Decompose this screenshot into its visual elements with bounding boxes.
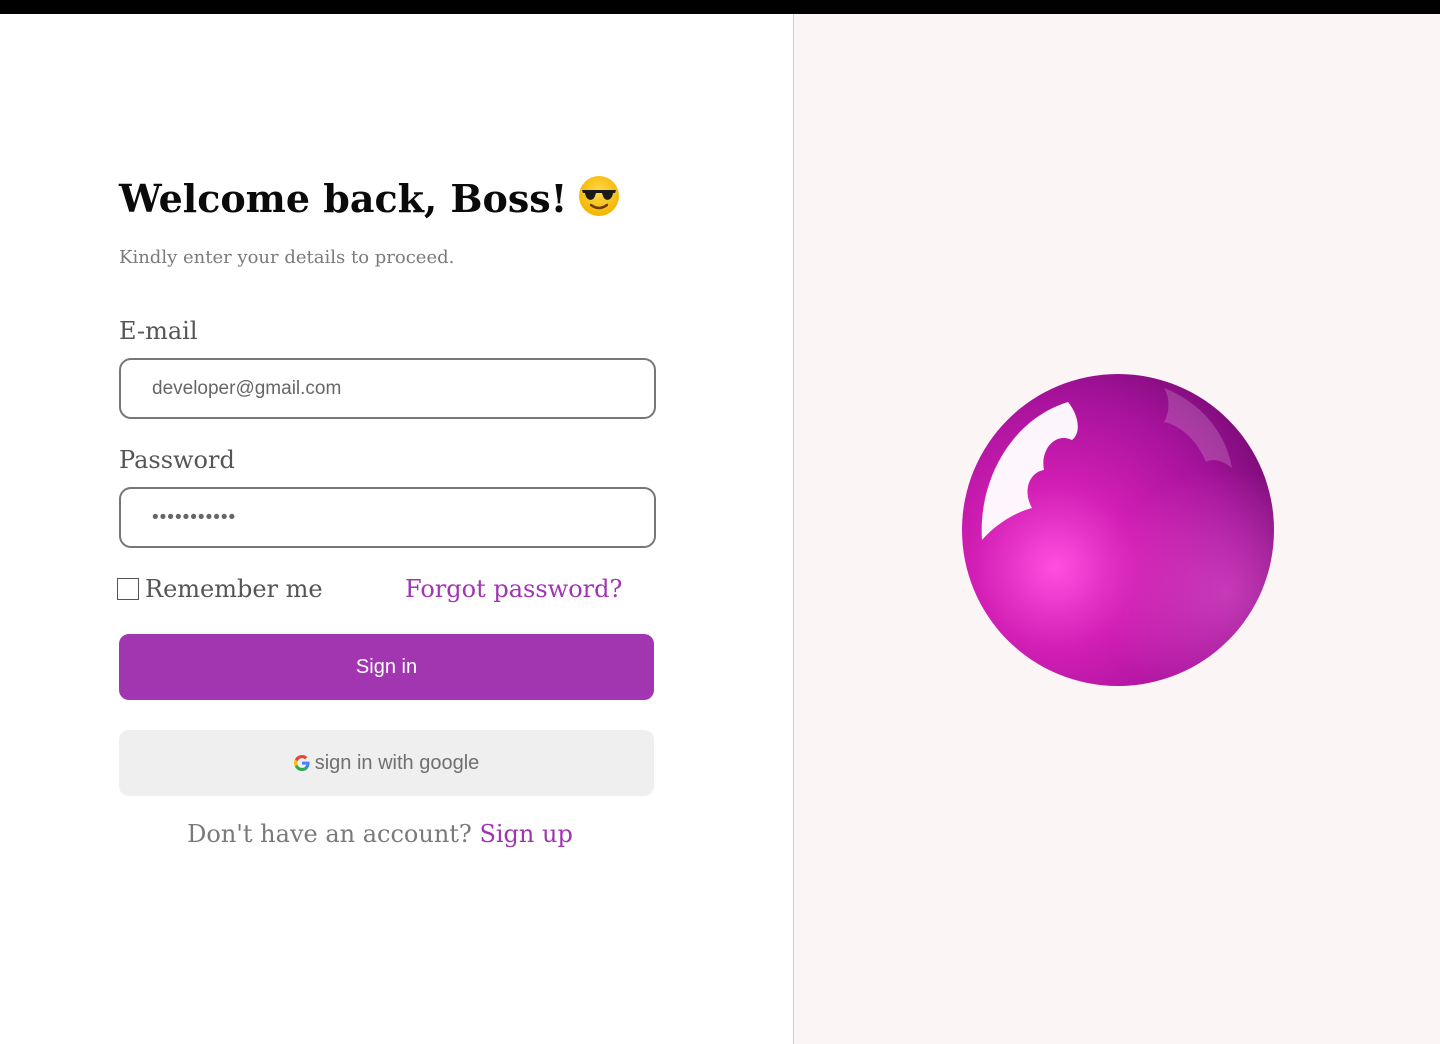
remember-me-row[interactable]: Remember me <box>117 573 323 605</box>
page-subtitle: Kindly enter your details to proceed. <box>119 247 455 268</box>
page-title: Welcome back, Boss! <box>119 174 621 229</box>
top-bar <box>0 0 1440 14</box>
google-icon <box>293 755 310 771</box>
no-account-text: Don't have an account? <box>187 820 472 848</box>
sunglasses-emoji-icon <box>577 174 621 229</box>
magenta-sphere-illustration <box>960 372 1276 688</box>
email-input[interactable] <box>119 358 656 419</box>
password-input[interactable] <box>119 487 656 548</box>
remember-me-label: Remember me <box>145 575 323 603</box>
remember-me-checkbox[interactable] <box>117 578 139 600</box>
title-text: Welcome back, Boss! <box>119 176 568 221</box>
google-sign-in-label: sign in with google <box>314 751 480 774</box>
forgot-password-link[interactable]: Forgot password? <box>405 573 622 605</box>
password-label: Password <box>119 446 235 474</box>
email-label: E-mail <box>119 317 198 345</box>
google-sign-in-button[interactable]: sign in with google <box>119 730 654 796</box>
sign-up-link[interactable]: Sign up <box>479 820 572 848</box>
sign-in-button[interactable]: Sign in <box>119 634 654 700</box>
signup-prompt: Don't have an account? Sign up <box>119 818 641 850</box>
